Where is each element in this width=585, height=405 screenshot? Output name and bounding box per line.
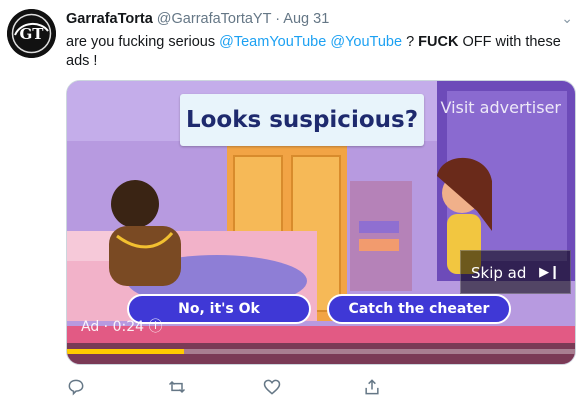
retweet-icon[interactable] <box>167 377 189 399</box>
tweet-date[interactable]: Aug 31 <box>283 11 329 27</box>
separator-dot: · <box>275 11 281 27</box>
choice-catch-button[interactable]: Catch the cheater <box>327 294 511 324</box>
tweet-text-bold: FUCK <box>418 34 459 50</box>
skip-ad-label: Skip ad <box>471 264 527 282</box>
visit-advertiser-link[interactable]: Visit advertiser <box>440 98 561 117</box>
avatar-text: GT <box>20 25 45 43</box>
more-options-chevron-icon[interactable]: ⌄ <box>561 10 573 27</box>
mention-teamyoutube[interactable]: @TeamYouTube <box>219 34 326 50</box>
author-handle[interactable]: @GarrafaTortaYT <box>157 11 271 27</box>
question-banner: Looks suspicious? <box>180 94 424 146</box>
tweet-text-part: ? <box>402 34 419 50</box>
tweet-text: are you fucking serious @TeamYouTube @Yo… <box>66 33 576 71</box>
author-name[interactable]: GarrafaTorta <box>66 11 153 27</box>
ad-timer-text: Ad · 0:24 <box>81 319 145 335</box>
share-icon[interactable] <box>362 377 384 399</box>
video-player[interactable]: Looks suspicious? Visit advertiser Skip … <box>66 80 576 365</box>
like-icon[interactable] <box>262 377 284 399</box>
tweet-header: GarrafaTorta @GarrafaTortaYT · Aug 31 <box>66 11 329 27</box>
info-icon[interactable]: ⓘ <box>148 319 162 335</box>
tweet-actions <box>66 377 396 399</box>
mention-youtube[interactable]: @YouTube <box>330 34 402 50</box>
tweet-text-part: are you fucking serious <box>66 34 220 50</box>
skip-ad-button[interactable]: Skip ad ▶❙ <box>460 250 571 294</box>
tweet: GT GarrafaTorta @GarrafaTortaYT · Aug 31… <box>0 0 585 405</box>
avatar[interactable]: GT <box>7 9 56 58</box>
question-text: Looks suspicious? <box>185 107 419 133</box>
ad-progress-fill <box>67 349 185 354</box>
avatar-logo-icon: GT <box>7 9 56 58</box>
skip-next-icon: ▶❙ <box>539 265 560 280</box>
ad-timer-label: Ad · 0:24 ⓘ <box>81 316 162 336</box>
reply-icon[interactable] <box>66 377 88 399</box>
